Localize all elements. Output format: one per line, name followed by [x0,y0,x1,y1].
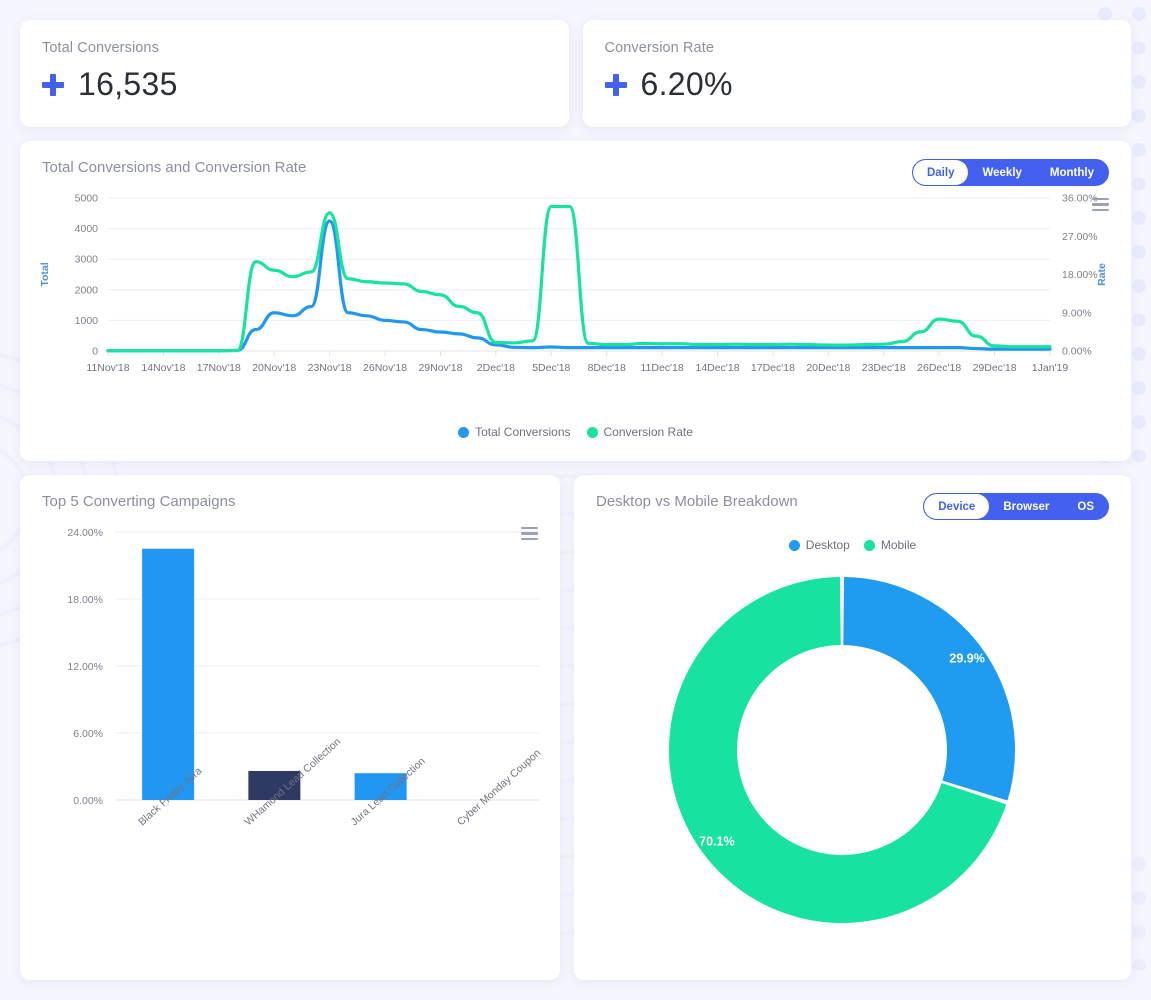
timeseries-legend: Total Conversions Conversion Rate [20,425,1131,439]
bottom-row: Top 5 Converting Campaigns 0.00% 6.00% 12.… [20,475,1131,980]
legend-item-conversion-rate: Conversion Rate [587,425,693,439]
card-header: Total Conversions and Conversion Rate Da… [20,141,1131,186]
toggle-option-monthly[interactable]: Monthly [1036,160,1108,185]
svg-text:5Dec'18: 5Dec'18 [532,362,570,374]
kpi-value-row: 16,535 [42,66,547,103]
donut-slice-1 [843,577,1015,800]
donut-value-label: 29.9% [949,651,984,665]
svg-text:1000: 1000 [75,315,99,327]
card-header: Top 5 Converting Campaigns [20,475,560,510]
legend-dot-blue [458,427,469,438]
legend-item-desktop: Desktop [789,538,850,552]
top-campaigns-card: Top 5 Converting Campaigns 0.00% 6.00% 12.… [20,475,560,980]
svg-text:3000: 3000 [75,254,99,266]
kpi-label: Conversion Rate [605,40,1110,56]
bar-1 [142,549,194,800]
svg-text:8Dec'18: 8Dec'18 [588,362,626,374]
legend-label: Total Conversions [475,425,570,439]
timeseries-svg: 0 1000 2000 3000 4000 5000 0.00% 9.00% 18.00% 27.… [20,186,1131,416]
legend-dot-green [587,427,598,438]
kpi-card-conversion-rate: Conversion Rate 6.20% [583,20,1132,127]
svg-text:9.00%: 9.00% [1062,307,1092,319]
kpi-card-total-conversions: Total Conversions 16,535 [20,20,569,127]
legend-label: Conversion Rate [604,425,693,439]
svg-text:4000: 4000 [75,223,99,235]
svg-text:0.00%: 0.00% [1062,346,1092,358]
svg-text:17Dec'18: 17Dec'18 [751,362,795,374]
svg-text:18.00%: 18.00% [1062,269,1098,281]
toggle-option-weekly[interactable]: Weekly [968,160,1035,185]
svg-text:24.00%: 24.00% [67,527,103,539]
svg-text:6.00%: 6.00% [73,728,103,740]
hamburger-menu-icon[interactable] [1092,198,1109,211]
card-header: Desktop vs Mobile Breakdown Device Brows… [574,475,1131,520]
card-title: Top 5 Converting Campaigns [42,493,235,510]
svg-text:11Dec'18: 11Dec'18 [640,362,683,374]
legend-dot-blue [789,540,800,551]
plus-icon [42,74,64,96]
timeseries-plot: 0 1000 2000 3000 4000 5000 0.00% 9.00% 18.00% 27.… [20,186,1131,421]
svg-text:14Dec'18: 14Dec'18 [696,362,740,374]
svg-text:18.00%: 18.00% [67,594,103,606]
svg-text:14Nov'18: 14Nov'18 [141,362,185,374]
kpi-label: Total Conversions [42,40,547,56]
svg-text:2Dec'18: 2Dec'18 [477,362,515,374]
svg-text:17Nov'18: 17Nov'18 [197,362,241,374]
kpi-value-row: 6.20% [605,66,1110,103]
toggle-option-daily[interactable]: Daily [913,160,969,185]
kpi-value: 6.20% [641,66,733,103]
svg-text:20Nov'18: 20Nov'18 [252,362,296,374]
svg-text:23Dec'18: 23Dec'18 [862,362,906,374]
svg-text:20Dec'18: 20Dec'18 [806,362,850,374]
bar-category-label: Cyber Monday Coupon [455,747,543,828]
legend-item-total-conversions: Total Conversions [458,425,570,439]
svg-text:1Jan'19: 1Jan'19 [1032,362,1069,374]
svg-text:26Dec'18: 26Dec'18 [917,362,961,374]
svg-text:29Nov'18: 29Nov'18 [418,362,462,374]
legend-label: Desktop [806,538,850,552]
legend-label: Mobile [881,538,916,552]
kpi-row: Total Conversions 16,535 Conversion Rate… [20,20,1131,127]
kpi-value: 16,535 [78,66,178,103]
device-donut-svg: 29.9% 70.1% [574,552,1114,962]
svg-text:0.00%: 0.00% [73,795,103,807]
svg-text:11Nov'18: 11Nov'18 [86,362,129,374]
plus-icon [605,74,627,96]
card-title: Desktop vs Mobile Breakdown [596,493,798,510]
svg-text:29Dec'18: 29Dec'18 [973,362,1017,374]
toggle-option-os[interactable]: OS [1063,494,1108,519]
svg-text:27.00%: 27.00% [1062,231,1098,243]
granularity-toggle[interactable]: Daily Weekly Monthly [912,159,1109,186]
legend-dot-green [864,540,875,551]
svg-text:2000: 2000 [75,284,99,296]
svg-text:23Nov'18: 23Nov'18 [308,362,352,374]
svg-text:26Nov'18: 26Nov'18 [363,362,407,374]
toggle-option-browser[interactable]: Browser [989,494,1063,519]
svg-text:Rate: Rate [1096,263,1108,286]
donut-value-label: 70.1% [699,835,734,849]
campaigns-bar-svg: 0.00%6.00%12.00%18.00%24.00%Black Friday… [20,510,560,940]
donut-legend: Desktop Mobile [574,538,1131,552]
toggle-option-device[interactable]: Device [924,494,989,519]
card-title: Total Conversions and Conversion Rate [42,159,306,176]
legend-item-mobile: Mobile [864,538,916,552]
svg-text:12.00%: 12.00% [67,661,103,673]
svg-text:0: 0 [92,346,98,358]
svg-text:5000: 5000 [75,193,99,205]
dashboard-page: Total Conversions 16,535 Conversion Rate… [0,0,1151,1000]
svg-text:Total: Total [39,262,51,286]
conversions-timeseries-card: Total Conversions and Conversion Rate Da… [20,141,1131,461]
hamburger-menu-icon[interactable] [521,527,538,540]
breakdown-toggle[interactable]: Device Browser OS [923,493,1109,520]
device-breakdown-card: Desktop vs Mobile Breakdown Device Brows… [574,475,1131,980]
